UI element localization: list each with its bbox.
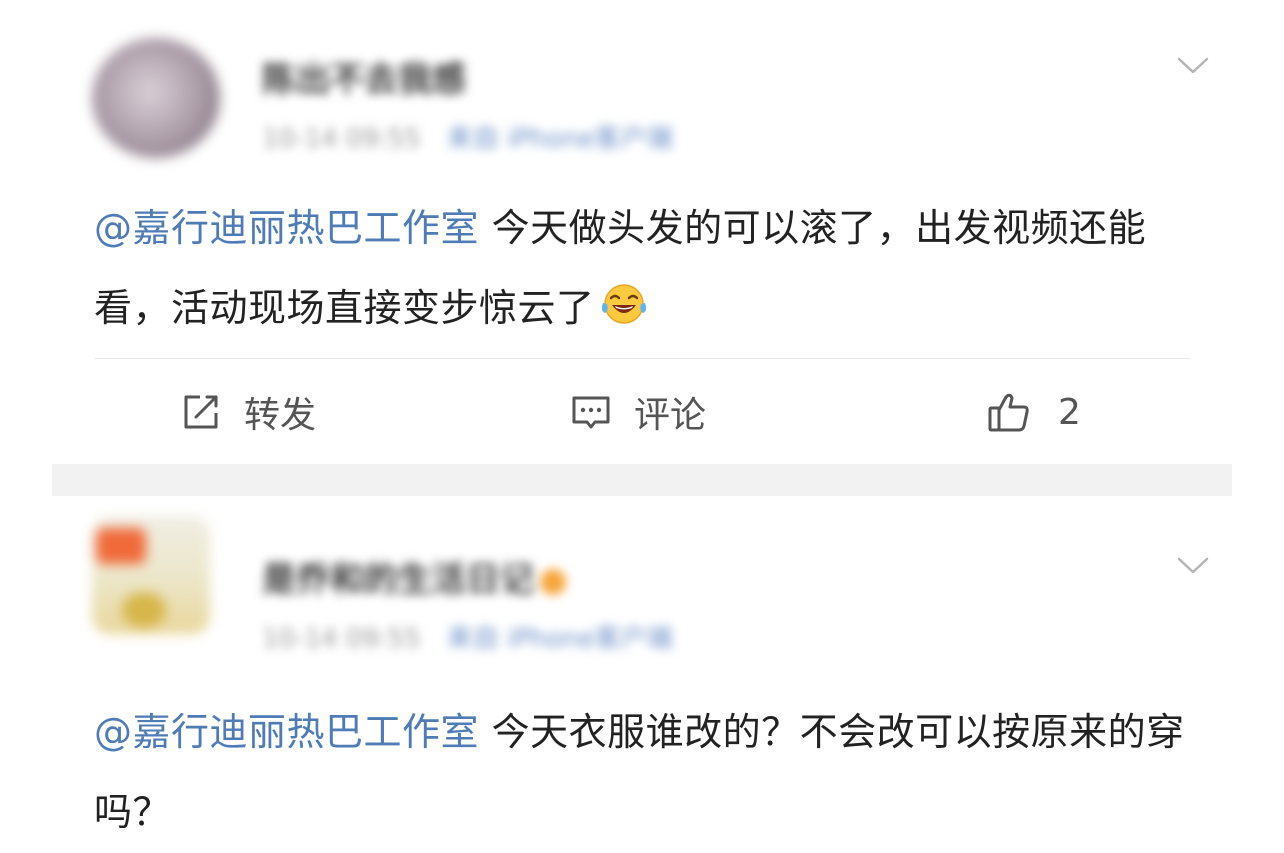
weibo-comment-list: 陈出不去我感 10-14 09:55 来自 iPhone客户端 @嘉行迪丽热巴工作… <box>0 0 1284 853</box>
post-meta: 10-14 09:55 来自 iPhone客户端 <box>262 618 673 655</box>
avatar[interactable] <box>92 38 220 158</box>
laughing-tears-emoji-icon <box>601 284 646 324</box>
like-count: 2 <box>1058 391 1081 433</box>
mention-link[interactable]: @嘉行迪丽热巴工作室 <box>94 710 479 754</box>
repost-button[interactable]: 转发 <box>178 384 316 440</box>
badge-icon <box>540 568 566 595</box>
username-text: 是乔和的生活日记 <box>262 560 534 600</box>
like-button[interactable]: 2 <box>986 384 1081 440</box>
comment-card: 是乔和的生活日记 10-14 09:55 来自 iPhone客户端 @嘉行迪丽热巴… <box>52 496 1232 853</box>
chevron-down-icon[interactable] <box>1176 548 1210 582</box>
comment-text: @嘉行迪丽热巴工作室 今天衣服谁改的？不会改可以按原来的穿吗？ <box>94 692 1204 852</box>
divider <box>94 358 1190 359</box>
repost-icon <box>184 395 218 429</box>
post-time: 10-14 09:55 <box>262 124 421 154</box>
card-separator <box>52 464 1232 496</box>
comment-icon <box>572 396 610 429</box>
username[interactable]: 陈出不去我感 <box>262 52 466 101</box>
username[interactable]: 是乔和的生活日记 <box>262 552 566 601</box>
post-time: 10-14 09:55 <box>262 624 421 654</box>
comment-button[interactable]: 评论 <box>568 384 706 440</box>
chevron-down-icon[interactable] <box>1176 48 1210 82</box>
repost-label: 转发 <box>244 395 317 436</box>
post-source: 来自 iPhone客户端 <box>446 124 673 154</box>
comment-text: @嘉行迪丽热巴工作室 今天做头发的可以滚了，出发视频还能看，活动现场直接变步惊云… <box>94 188 1204 348</box>
comment-card: 陈出不去我感 10-14 09:55 来自 iPhone客户端 @嘉行迪丽热巴工作… <box>52 0 1232 464</box>
comment-label: 评论 <box>634 395 707 436</box>
post-meta: 10-14 09:55 来自 iPhone客户端 <box>262 118 673 155</box>
post-source: 来自 iPhone客户端 <box>446 624 673 654</box>
mention-link[interactable]: @嘉行迪丽热巴工作室 <box>94 206 479 250</box>
avatar[interactable] <box>92 516 210 634</box>
thumbs-up-icon <box>988 393 1029 432</box>
